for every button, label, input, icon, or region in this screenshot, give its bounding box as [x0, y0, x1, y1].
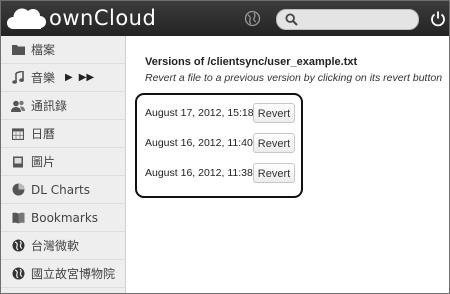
globe-icon[interactable]: [244, 10, 261, 27]
version-row: August 16, 2012, 11:40 Revert: [137, 131, 301, 155]
revert-button[interactable]: Revert: [253, 103, 295, 123]
nav-item-label: 日曆: [31, 127, 56, 141]
search-input[interactable]: [301, 11, 411, 27]
contacts-icon: [11, 99, 25, 113]
nav-item-label: 台灣微軟: [31, 239, 80, 253]
pie-chart-icon: [11, 183, 25, 197]
nav-item-music[interactable]: 音樂 ▶ ▶▶: [1, 64, 125, 92]
globe-link-icon: [11, 239, 25, 253]
nav-item-label: 通訊錄: [31, 99, 68, 113]
bookmark-icon: [11, 211, 25, 225]
version-date: August 17, 2012, 15:18: [145, 107, 254, 119]
versions-list: August 17, 2012, 15:18 Revert August 16,…: [135, 93, 303, 198]
owncloud-window: ownCloud 檔案 音樂 ▶ ▶▶ 通訊錄 日曆 圖片 DL Charts …: [0, 0, 450, 294]
nav-item-pictures[interactable]: 圖片: [1, 148, 125, 176]
music-player-controls: ▶ ▶▶: [65, 72, 94, 83]
next-track-icon[interactable]: ▶▶: [79, 72, 94, 83]
cloud-logo-icon: [7, 8, 46, 29]
nav-item-label: Bookmarks: [31, 210, 99, 225]
versions-title: Versions of /clientsync/user_example.txt: [145, 56, 358, 68]
top-header: ownCloud: [1, 1, 449, 36]
nav-item-label: 檔案: [31, 43, 56, 57]
revert-button[interactable]: Revert: [253, 133, 295, 153]
version-row: August 16, 2012, 11:38 Revert: [137, 161, 301, 185]
nav-item-bookmarks[interactable]: Bookmarks: [1, 204, 125, 232]
globe-link-icon: [11, 267, 25, 281]
search-box[interactable]: [276, 9, 419, 30]
nav-item-files[interactable]: 檔案: [1, 36, 125, 64]
version-date: August 16, 2012, 11:40: [145, 137, 253, 149]
nav-item-contacts[interactable]: 通訊錄: [1, 92, 125, 120]
owncloud-logo[interactable]: ownCloud: [5, 5, 156, 33]
nav-item-label: DL Charts: [31, 182, 90, 197]
version-date: August 16, 2012, 11:38: [145, 167, 253, 179]
nav-item-national-palace-museum[interactable]: 國立故宮博物院: [1, 260, 125, 288]
nav-item-dl-charts[interactable]: DL Charts: [1, 176, 125, 204]
version-row: August 17, 2012, 15:18 Revert: [137, 101, 301, 125]
play-icon[interactable]: ▶: [65, 72, 73, 83]
logo-text: ownCloud: [49, 6, 157, 30]
nav-item-label: 圖片: [31, 155, 56, 169]
main-content: Versions of /clientsync/user_example.txt…: [126, 36, 449, 293]
music-icon: [11, 71, 25, 85]
versions-hint: Revert a file to a previous version by c…: [145, 72, 443, 84]
revert-button[interactable]: Revert: [253, 163, 295, 183]
nav-item-label: 音樂: [31, 71, 56, 85]
nav-item-label: 國立故宮博物院: [31, 267, 116, 281]
nav-item-microsoft-taiwan[interactable]: 台灣微軟: [1, 232, 125, 260]
power-icon[interactable]: [430, 10, 446, 27]
search-icon: [285, 13, 298, 26]
pictures-icon: [11, 155, 25, 169]
app-navigation: 檔案 音樂 ▶ ▶▶ 通訊錄 日曆 圖片 DL Charts Bookmarks…: [1, 36, 126, 293]
folder-icon: [11, 43, 25, 57]
calendar-icon: [11, 127, 25, 141]
nav-item-calendar[interactable]: 日曆: [1, 120, 125, 148]
